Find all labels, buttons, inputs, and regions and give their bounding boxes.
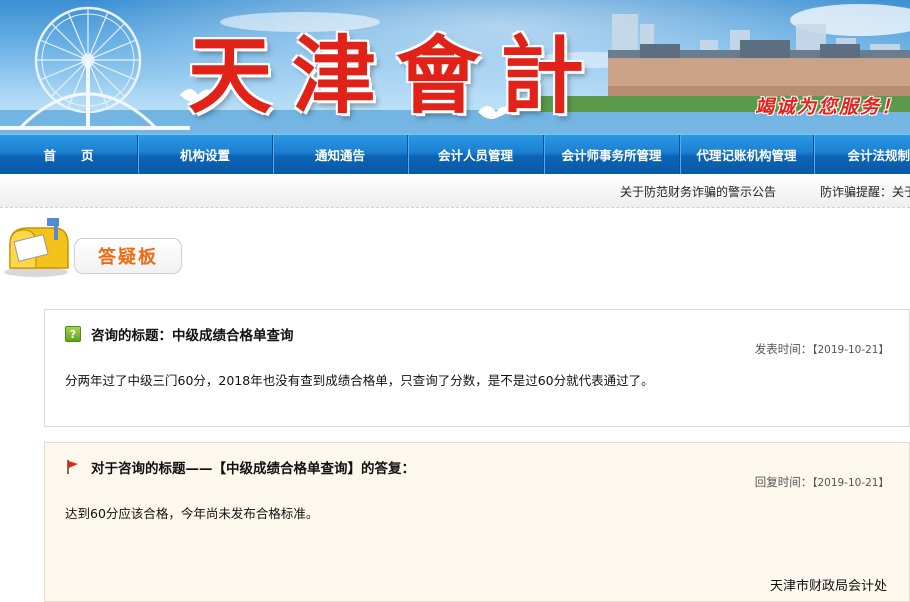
answer-signature: 天津市财政局会计处 <box>769 579 887 594</box>
nav-item-notices[interactable]: 通知通告 <box>273 135 408 174</box>
main-nav: 首 页 机构设置 通知通告 会计人员管理 会计师事务所管理 代理记账机构管理 会… <box>0 134 910 174</box>
question-icon: ? <box>65 326 81 342</box>
nav-item-org[interactable]: 机构设置 <box>138 135 273 174</box>
nav-item-regulations[interactable]: 会计法规制 <box>814 135 910 174</box>
board-title: 答疑板 <box>74 238 182 274</box>
question-date: 发表时间：【2019-10-21】 <box>755 341 889 357</box>
answer-date-value: 【2019-10-21】 <box>812 477 889 489</box>
board-header: 答疑板 <box>0 208 910 312</box>
notice-marquee: 关于防范财务诈骗的警示公告 防诈骗提醒：关于 <box>620 183 910 200</box>
notice-link[interactable]: 关于防范财务诈骗的警示公告 <box>620 183 776 200</box>
nav-item-firms[interactable]: 会计师事务所管理 <box>544 135 680 174</box>
notice-link[interactable]: 防诈骗提醒：关于 <box>820 183 910 200</box>
answer-date-label: 回复时间： <box>754 475 813 489</box>
answer-title: 对于咨询的标题——【中级成绩合格单查询】的答复： <box>91 461 415 477</box>
nav-item-home[interactable]: 首 页 <box>0 135 138 174</box>
nav-item-accountants[interactable]: 会计人员管理 <box>408 135 544 174</box>
mailbox-icon <box>4 218 69 277</box>
question-date-label: 发表时间： <box>754 342 813 356</box>
notice-bar: 关于防范财务诈骗的警示公告 防诈骗提醒：关于 <box>0 174 910 208</box>
question-card: ? 咨询的标题：中级成绩合格单查询 发表时间：【2019-10-21】 分两年过… <box>44 309 910 427</box>
flag-icon <box>67 460 78 474</box>
nav-item-agencies[interactable]: 代理记账机构管理 <box>680 135 814 174</box>
answer-card: 对于咨询的标题——【中级成绩合格单查询】的答复： 回复时间：【2019-10-2… <box>44 442 910 602</box>
answer-body: 达到60分应该合格，今年尚未发布合格标准。 <box>65 506 319 521</box>
site-logo[interactable]: 天津會計 <box>188 14 604 125</box>
site-slogan: 竭诚为您服务！ <box>754 96 902 118</box>
answer-date: 回复时间：【2019-10-21】 <box>755 474 889 490</box>
question-date-value: 【2019-10-21】 <box>812 344 889 356</box>
site-banner: 天津會計 竭诚为您服务！ <box>0 0 910 134</box>
question-body: 分两年过了中级三门60分，2018年也没有查到成绩合格单，只查询了分数，是不是过… <box>65 373 654 388</box>
question-title: 咨询的标题：中级成绩合格单查询 <box>91 328 294 344</box>
